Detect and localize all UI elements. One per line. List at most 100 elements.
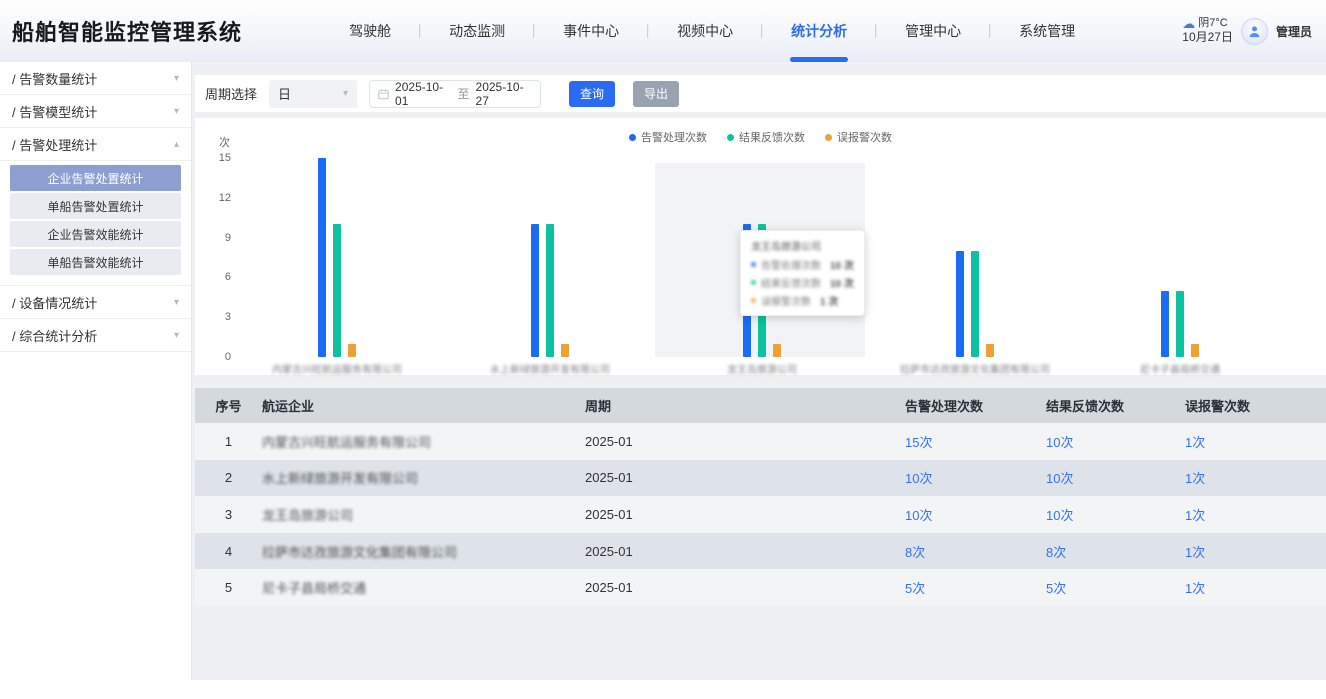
y-axis-tick: 0 [201, 351, 231, 363]
legend-dot [727, 134, 734, 141]
date-range-picker[interactable]: 2025-10-01 至 2025-10-27 [369, 80, 541, 108]
bar-误报警次数-1[interactable] [348, 344, 356, 357]
bar-误报警次数-5[interactable] [1191, 344, 1199, 357]
page-body: / 告警数量统计▾/ 告警模型统计▾/ 告警处理统计▴企业告警处置统计单船告警处… [0, 62, 1326, 680]
cell-handled-link[interactable]: 15次 [905, 432, 1046, 451]
nav-tab-7[interactable]: 系统管理 [993, 0, 1101, 62]
app-header: 船舶智能监控管理系统 驾驶舱动态监测事件中心视频中心统计分析管理中心系统管理 ☁… [0, 0, 1326, 62]
cell-handled-link[interactable]: 8次 [905, 542, 1046, 561]
cell-feedback-link[interactable]: 5次 [1046, 578, 1185, 597]
sidebar-group-1[interactable]: / 告警数量统计▾ [0, 62, 191, 95]
user-name[interactable]: 管理员 [1276, 23, 1312, 40]
x-axis-label-1: 内蒙古兴旺航运服务有限公司 [247, 361, 427, 376]
table-row[interactable]: 1内蒙古兴旺航运服务有限公司2025-0115次10次1次 [195, 423, 1326, 460]
sidebar-item-3-4[interactable]: 单船告警效能统计 [10, 249, 181, 275]
tooltip-label: 误报警次数 [761, 293, 811, 308]
sidebar-submenu: 企业告警处置统计单船告警处置统计企业告警效能统计单船告警效能统计 [0, 161, 191, 286]
cell-period: 2025-01 [585, 507, 905, 522]
cell-index: 5 [195, 580, 262, 595]
nav-separator [989, 24, 991, 38]
y-axis-unit: 次 [219, 134, 230, 150]
nav-tab-3[interactable]: 事件中心 [537, 0, 645, 62]
nav-separator [875, 24, 877, 38]
table-row[interactable]: 3龙王岛旅游公司2025-0110次10次1次 [195, 496, 1326, 533]
cell-feedback-link[interactable]: 8次 [1046, 542, 1185, 561]
bar-误报警次数-2[interactable] [561, 344, 569, 357]
table-row[interactable]: 4拉萨市达孜旅游文化集团有限公司2025-018次8次1次 [195, 533, 1326, 570]
tooltip-row-3: 误报警次数 1 次 [751, 293, 854, 308]
sidebar-item-3-2[interactable]: 单船告警处置统计 [10, 193, 181, 219]
y-axis-tick: 9 [201, 232, 231, 244]
nav-tab-6[interactable]: 管理中心 [879, 0, 987, 62]
chevron-down-icon: ▾ [174, 330, 179, 341]
cell-false-alarm-link[interactable]: 1次 [1185, 542, 1326, 561]
bar-告警处理次数-5[interactable] [1161, 291, 1169, 357]
bar-告警处理次数-1[interactable] [318, 158, 326, 357]
sidebar-group-label: / 告警处理统计 [12, 135, 97, 154]
tooltip-title: 龙王岛旅游公司 [751, 238, 854, 253]
nav-tab-5[interactable]: 统计分析 [765, 0, 873, 62]
person-icon [1247, 24, 1262, 39]
cell-handled-link[interactable]: 5次 [905, 578, 1046, 597]
sidebar-group-2[interactable]: / 告警模型统计▾ [0, 95, 191, 128]
calendar-icon [378, 88, 389, 100]
cell-feedback-link[interactable]: 10次 [1046, 432, 1185, 451]
cell-false-alarm-link[interactable]: 1次 [1185, 505, 1326, 524]
tooltip-row-2: 结果反馈次数10 次 [751, 275, 854, 290]
legend-item-2[interactable]: 结果反馈次数 [727, 129, 805, 145]
bar-结果反馈次数-4[interactable] [971, 251, 979, 357]
cell-company: 尼卡子县局桥交通 [262, 578, 585, 597]
bar-结果反馈次数-5[interactable] [1176, 291, 1184, 357]
x-axis-label-3: 龙王岛旅游公司 [672, 361, 852, 376]
cell-false-alarm-link[interactable]: 1次 [1185, 578, 1326, 597]
table-row[interactable]: 2水上新绿旅游开发有限公司2025-0110次10次1次 [195, 460, 1326, 497]
legend-label: 结果反馈次数 [739, 129, 805, 145]
column-header-4: 告警处理次数 [905, 396, 1046, 415]
cell-period: 2025-01 [585, 544, 905, 559]
sidebar-group-label: / 设备情况统计 [12, 293, 97, 312]
bar-结果反馈次数-1[interactable] [333, 224, 341, 357]
nav-separator [761, 24, 763, 38]
chevron-down-icon: ▾ [343, 88, 348, 99]
legend-item-1[interactable]: 告警处理次数 [629, 129, 707, 145]
tooltip-value: 1 次 [820, 293, 838, 308]
legend-label: 误报警次数 [837, 129, 892, 145]
chevron-down-icon: ▾ [174, 297, 179, 308]
bar-告警处理次数-2[interactable] [531, 224, 539, 357]
bar-结果反馈次数-2[interactable] [546, 224, 554, 357]
filter-bar: 周期选择 日 ▾ 2025-10-01 至 2025-10-27 [195, 75, 1326, 112]
cell-index: 2 [195, 470, 262, 485]
sidebar-item-3-3[interactable]: 企业告警效能统计 [10, 221, 181, 247]
period-select[interactable]: 日 ▾ [269, 80, 357, 108]
cell-feedback-link[interactable]: 10次 [1046, 468, 1185, 487]
cell-feedback-link[interactable]: 10次 [1046, 505, 1185, 524]
tooltip-row-1: 告警处理次数10 次 [751, 257, 854, 272]
legend-label: 告警处理次数 [641, 129, 707, 145]
export-button[interactable]: 导出 [633, 81, 679, 107]
y-axis-tick: 12 [201, 192, 231, 204]
sidebar-item-3-1[interactable]: 企业告警处置统计 [10, 165, 181, 191]
table-row[interactable]: 5尼卡子县局桥交通2025-015次5次1次 [195, 569, 1326, 606]
sidebar-group-3[interactable]: / 告警处理统计▴ [0, 128, 191, 161]
column-header-1: 序号 [195, 396, 262, 415]
date-end: 2025-10-27 [476, 80, 532, 108]
cell-false-alarm-link[interactable]: 1次 [1185, 468, 1326, 487]
cell-handled-link[interactable]: 10次 [905, 505, 1046, 524]
legend-dot [629, 134, 636, 141]
nav-tab-1[interactable]: 驾驶舱 [323, 0, 417, 62]
search-button[interactable]: 查询 [569, 81, 615, 107]
bar-告警处理次数-4[interactable] [956, 251, 964, 357]
cell-handled-link[interactable]: 10次 [905, 468, 1046, 487]
sidebar-group-5[interactable]: / 综合统计分析▾ [0, 319, 191, 352]
column-header-3: 周期 [585, 396, 905, 415]
weather-date: 10月27日 [1182, 30, 1233, 45]
cell-false-alarm-link[interactable]: 1次 [1185, 432, 1326, 451]
bar-误报警次数-4[interactable] [986, 344, 994, 357]
user-avatar[interactable] [1241, 18, 1268, 45]
bar-误报警次数-3[interactable] [773, 344, 781, 357]
nav-tab-2[interactable]: 动态监测 [423, 0, 531, 62]
nav-tab-4[interactable]: 视频中心 [651, 0, 759, 62]
legend-item-3[interactable]: 误报警次数 [825, 129, 892, 145]
column-header-5: 结果反馈次数 [1046, 396, 1185, 415]
sidebar-group-4[interactable]: / 设备情况统计 ▾ [0, 286, 191, 319]
